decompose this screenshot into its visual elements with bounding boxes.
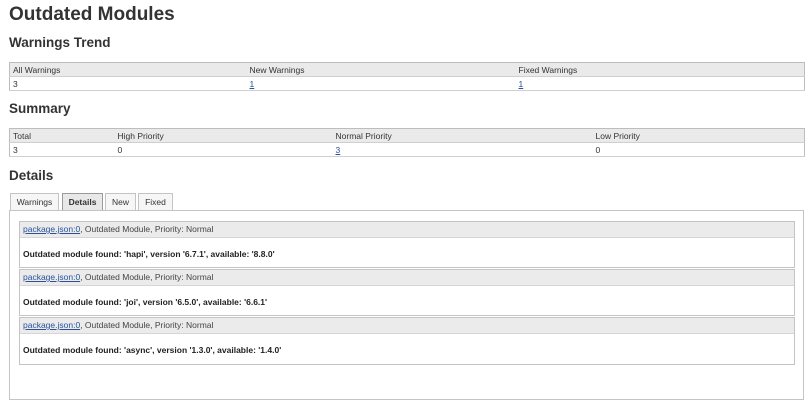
- new-warnings-link[interactable]: 1: [250, 79, 255, 89]
- warning-header: package.json:0, Outdated Module, Priorit…: [20, 318, 794, 334]
- all-warnings-value: 3: [9, 76, 247, 91]
- summary-table: Total High Priority Normal Priority Low …: [9, 128, 805, 157]
- column-header-new-warnings: New Warnings: [246, 62, 516, 77]
- warning-file-link[interactable]: package.json:0: [23, 272, 80, 282]
- warning-meta: , Outdated Module, Priority: Normal: [80, 224, 214, 234]
- table-row: 3 0 3 0: [9, 142, 805, 157]
- column-header-fixed-warnings: Fixed Warnings: [515, 62, 805, 77]
- warning-file-link[interactable]: package.json:0: [23, 320, 80, 330]
- column-header-low-priority: Low Priority: [592, 128, 805, 143]
- column-header-all-warnings: All Warnings: [9, 62, 247, 77]
- high-priority-value: 0: [114, 142, 333, 157]
- warning-item: package.json:0, Outdated Module, Priorit…: [19, 221, 795, 268]
- table-header-row: Total High Priority Normal Priority Low …: [9, 128, 805, 143]
- table-header-row: All Warnings New Warnings Fixed Warnings: [9, 62, 805, 77]
- warning-message: Outdated module found: 'async', version …: [23, 345, 282, 355]
- tab-fixed[interactable]: Fixed: [138, 193, 173, 210]
- warning-message: Outdated module found: 'hapi', version '…: [23, 249, 275, 259]
- fixed-warnings-link[interactable]: 1: [519, 79, 524, 89]
- warnings-trend-heading: Warnings Trend: [9, 35, 111, 50]
- warning-meta: , Outdated Module, Priority: Normal: [80, 272, 214, 282]
- normal-priority-link[interactable]: 3: [336, 145, 341, 155]
- total-value: 3: [9, 142, 115, 157]
- warning-message: Outdated module found: 'joi', version '6…: [23, 297, 268, 307]
- warnings-trend-table: All Warnings New Warnings Fixed Warnings…: [9, 62, 805, 91]
- page-title: Outdated Modules: [9, 4, 175, 25]
- column-header-total: Total: [9, 128, 115, 143]
- warning-header: package.json:0, Outdated Module, Priorit…: [20, 222, 794, 238]
- tab-warnings[interactable]: Warnings: [10, 193, 59, 210]
- warning-header: package.json:0, Outdated Module, Priorit…: [20, 270, 794, 286]
- details-heading: Details: [9, 168, 54, 183]
- warning-item: package.json:0, Outdated Module, Priorit…: [19, 317, 795, 365]
- column-header-normal-priority: Normal Priority: [332, 128, 593, 143]
- warning-file-link[interactable]: package.json:0: [23, 224, 80, 234]
- tab-details[interactable]: Details: [62, 193, 103, 210]
- warning-meta: , Outdated Module, Priority: Normal: [80, 320, 214, 330]
- low-priority-value: 0: [592, 142, 805, 157]
- warning-item: package.json:0, Outdated Module, Priorit…: [19, 269, 795, 316]
- tab-new[interactable]: New: [105, 193, 136, 210]
- summary-heading: Summary: [9, 101, 71, 116]
- column-header-high-priority: High Priority: [114, 128, 333, 143]
- table-row: 3 1 1: [9, 76, 805, 91]
- details-panel: package.json:0, Outdated Module, Priorit…: [9, 210, 804, 400]
